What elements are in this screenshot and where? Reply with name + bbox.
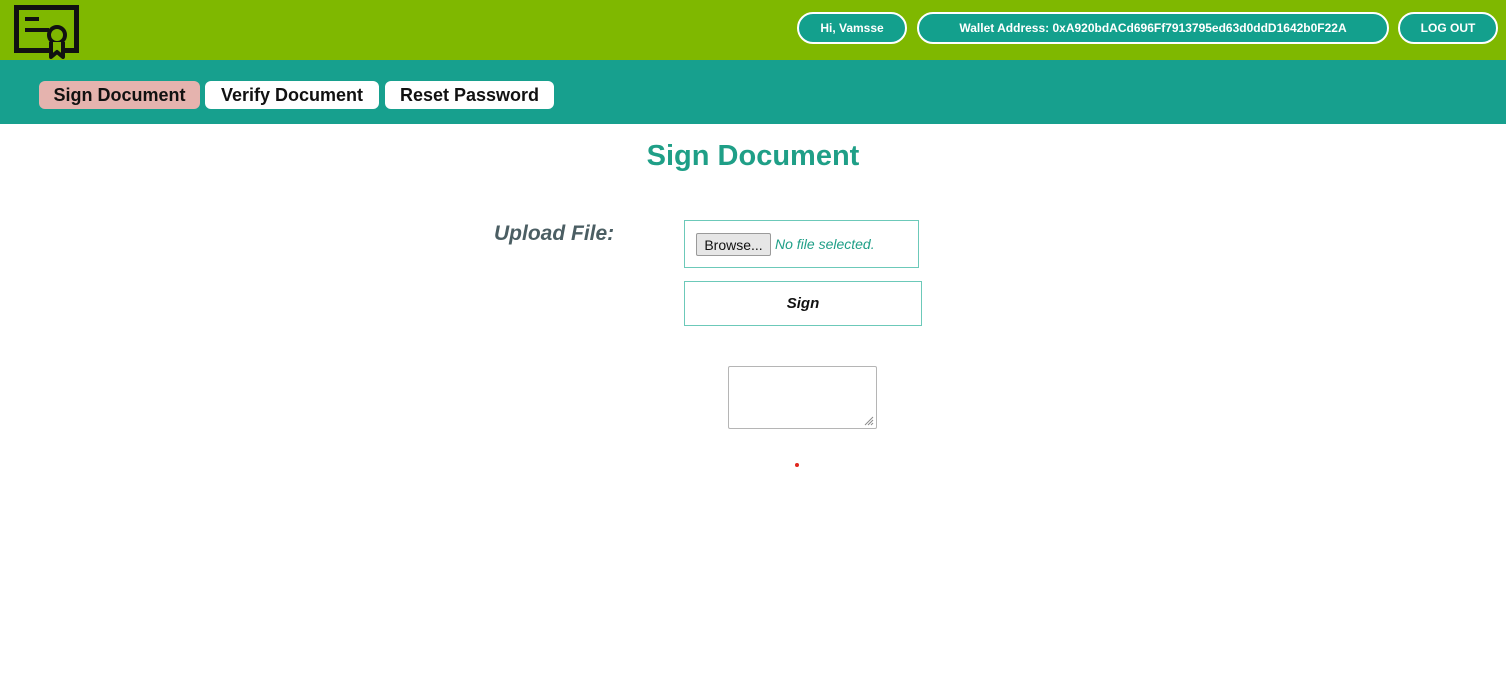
resize-grip-icon[interactable]: [864, 416, 874, 426]
logout-button[interactable]: LOG OUT: [1398, 12, 1498, 44]
result-textarea[interactable]: [728, 366, 877, 429]
status-indicator-dot: [795, 463, 799, 467]
upload-file-label: Upload File:: [494, 222, 615, 245]
file-status-text: No file selected.: [775, 236, 875, 252]
user-greeting[interactable]: Hi, Vamsse: [797, 12, 907, 44]
file-upload-input[interactable]: Browse... No file selected.: [684, 220, 919, 268]
tab-reset-password[interactable]: Reset Password: [385, 81, 554, 109]
certificate-document-icon[interactable]: [14, 3, 80, 59]
tab-sign-document[interactable]: Sign Document: [39, 81, 200, 109]
tab-verify-document[interactable]: Verify Document: [205, 81, 379, 109]
top-bar: Hi, Vamsse Wallet Address: 0xA920bdACd69…: [0, 0, 1506, 60]
sign-button[interactable]: Sign: [684, 281, 922, 326]
wallet-address[interactable]: Wallet Address: 0xA920bdACd696Ff7913795e…: [917, 12, 1389, 44]
browse-button[interactable]: Browse...: [696, 233, 771, 256]
page-title: Sign Document: [646, 140, 860, 172]
